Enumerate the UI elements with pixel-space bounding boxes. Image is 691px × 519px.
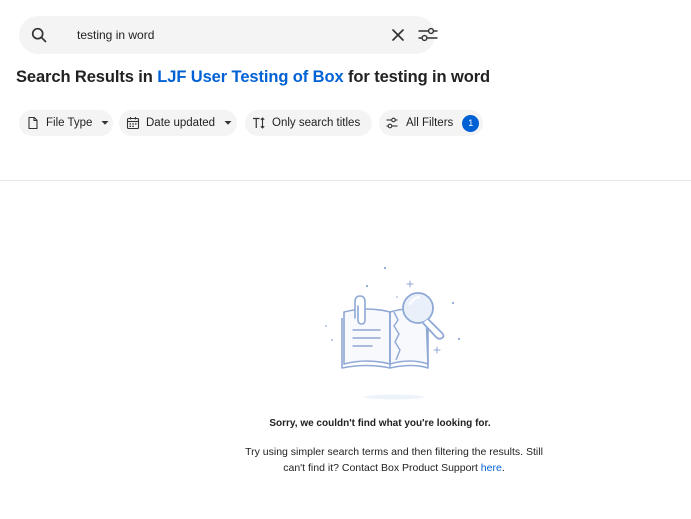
only-search-titles-toggle[interactable]: Only search titles <box>245 110 372 136</box>
sliders-icon[interactable] <box>417 26 439 44</box>
support-link[interactable]: here <box>481 462 502 474</box>
all-filters-button[interactable]: All Filters 1 <box>379 110 483 136</box>
heading-middle: for <box>343 68 375 86</box>
caret-down-icon <box>101 121 109 125</box>
file-type-label: File Type <box>46 117 93 129</box>
close-icon[interactable] <box>389 26 407 44</box>
all-filters-label: All Filters <box>406 117 454 129</box>
no-results-illustration-icon <box>325 266 461 400</box>
file-type-filter-button[interactable]: File Type <box>19 110 113 136</box>
search-input[interactable] <box>77 16 367 54</box>
sliders-icon <box>386 117 398 129</box>
empty-state-title: Sorry, we couldn't find what you're look… <box>269 418 491 429</box>
search-bar[interactable] <box>19 16 438 54</box>
heading-prefix: Search Results in <box>16 68 158 86</box>
only-search-titles-label: Only search titles <box>272 117 361 129</box>
filter-count-badge: 1 <box>462 114 480 132</box>
search-results-page: Search Results in LJF User Testing of Bo… <box>0 0 691 519</box>
empty-state-message: Try using simpler search terms and then … <box>244 444 544 476</box>
date-updated-filter-button[interactable]: Date updated <box>119 110 237 136</box>
date-updated-label: Date updated <box>146 117 216 129</box>
calendar-icon <box>126 117 140 130</box>
text-size-icon <box>253 117 265 129</box>
heading-query: testing in word <box>374 68 491 86</box>
divider <box>0 180 691 181</box>
folder-link[interactable]: LJF User Testing of Box <box>157 68 343 86</box>
empty-state-suffix: . <box>501 462 505 474</box>
file-icon <box>28 116 38 130</box>
caret-down-icon <box>224 121 232 125</box>
search-icon <box>31 27 47 43</box>
search-results-heading: Search Results in LJF User Testing of Bo… <box>16 68 676 90</box>
